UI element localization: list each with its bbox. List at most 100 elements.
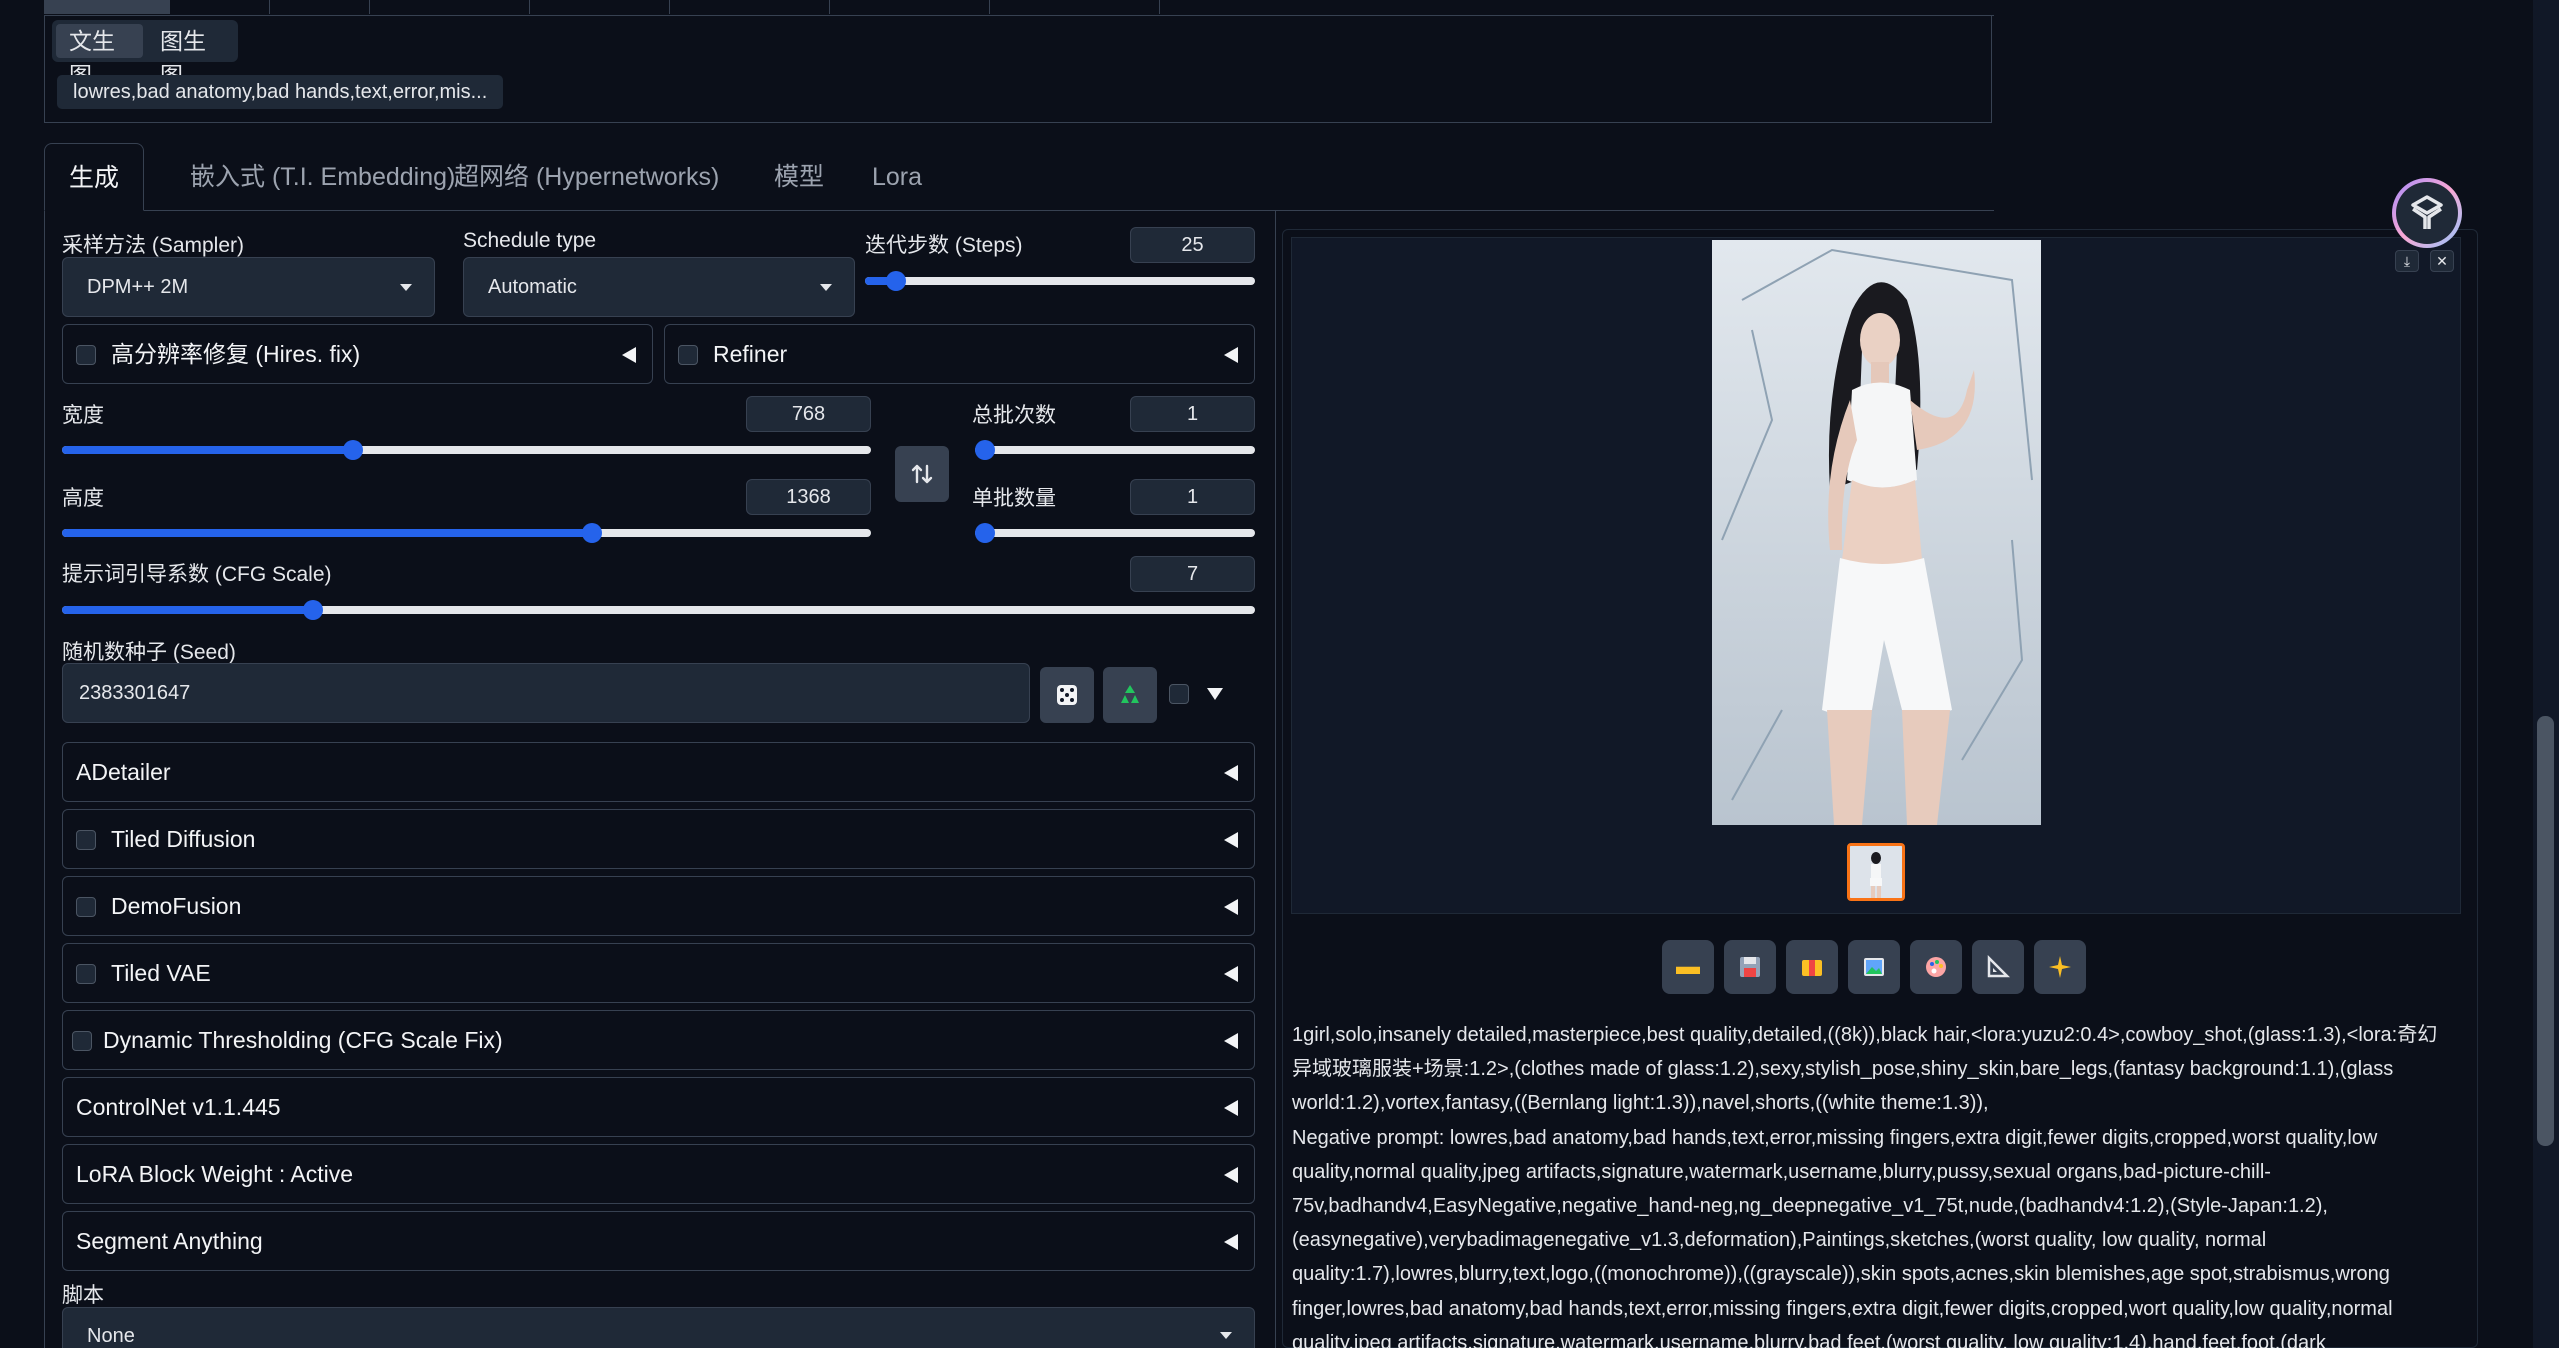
dice-icon [1057,685,1077,705]
steps-input[interactable]: 25 [1130,227,1255,263]
batch-count-input[interactable]: 1 [1130,396,1255,432]
collapse-arrow-icon[interactable] [622,347,636,363]
sampler-dropdown[interactable]: DPM++ 2M [62,257,435,317]
subtab-txt2img[interactable]: 文生图 [56,24,143,88]
chevron-down-icon [1220,1332,1232,1339]
slider-thumb[interactable] [886,271,907,291]
tab-lora[interactable]: Lora [848,143,946,211]
sparkle-button[interactable] [2034,940,2086,994]
slider-thumb[interactable] [302,600,323,620]
send-to-extras-button[interactable] [1972,940,2024,994]
collapse-arrow-icon[interactable] [1224,1100,1238,1116]
recycle-icon [1121,685,1139,703]
tiled-diffusion-accordion[interactable]: Tiled Diffusion [62,809,1255,869]
height-slider[interactable] [62,523,871,543]
gallery-thumbnail[interactable] [1847,843,1905,901]
logo-icon [2396,182,2458,244]
extension-logo-button[interactable] [2392,178,2462,248]
batch-size-slider[interactable] [975,523,1255,543]
zip-button[interactable] [1786,940,1838,994]
close-icon[interactable]: ✕ [2430,250,2454,272]
cfg-label: 提示词引导系数 (CFG Scale) [62,563,332,586]
chevron-down-icon [820,284,832,291]
batch-size-input[interactable]: 1 [1130,479,1255,515]
demofusion-accordion[interactable]: DemoFusion [62,876,1255,936]
tiled-diffusion-label: Tiled Diffusion [111,826,256,852]
tab-models[interactable]: 模型 [750,143,848,211]
ruler-icon [1987,954,2011,978]
open-folder-button[interactable]: ▬ [1662,940,1714,994]
lora-block-weight-accordion[interactable]: LoRA Block Weight : Active [62,1144,1255,1204]
adetailer-accordion[interactable]: ADetailer [62,742,1255,802]
dynamic-thresholding-checkbox[interactable] [72,1031,92,1051]
send-to-img2img-button[interactable] [1848,940,1900,994]
image-to-img2img-icon [1864,958,1884,976]
extra-seed-checkbox[interactable] [1169,684,1189,704]
steps-slider[interactable] [865,271,1255,291]
top-tab[interactable] [530,0,670,14]
negative-prompt-text: Negative prompt: lowres,bad anatomy,bad … [1292,1126,2393,1348]
tiled-vae-accordion[interactable]: Tiled VAE [62,943,1255,1003]
slider-thumb[interactable] [343,440,364,460]
seed-label: 随机数种子 (Seed) [62,641,236,664]
collapse-arrow-icon[interactable] [1224,832,1238,848]
random-seed-button[interactable] [1040,667,1094,723]
hires-fix-accordion[interactable]: 高分辨率修复 (Hires. fix) [62,324,653,384]
top-tab[interactable] [170,0,270,14]
slider-thumb[interactable] [975,440,995,460]
hires-fix-checkbox[interactable] [76,345,96,365]
tab-hypernetworks[interactable]: 超网络 (Hypernetworks) [430,143,743,211]
dynamic-thresholding-label: Dynamic Thresholding (CFG Scale Fix) [103,1027,503,1053]
collapse-arrow-icon[interactable] [1224,1167,1238,1183]
segment-anything-accordion[interactable]: Segment Anything [62,1211,1255,1271]
dynamic-thresholding-accordion[interactable]: Dynamic Thresholding (CFG Scale Fix) [62,1010,1255,1070]
slider-thumb[interactable] [581,523,602,543]
slider-thumb[interactable] [975,523,995,543]
refiner-checkbox[interactable] [678,345,698,365]
schedule-dropdown[interactable]: Automatic [463,257,855,317]
collapse-arrow-icon[interactable] [1224,1033,1238,1049]
collapse-arrow-icon[interactable] [1224,765,1238,781]
tiled-vae-label: Tiled VAE [111,960,211,986]
scrollbar-thumb[interactable] [2537,716,2554,1146]
top-tab[interactable] [270,0,370,14]
top-tab[interactable] [670,0,830,14]
swap-dimensions-button[interactable] [895,446,949,502]
top-tab[interactable] [990,0,1160,14]
seed-input[interactable]: 2383301647 [62,663,1030,723]
cfg-input[interactable]: 7 [1130,556,1255,592]
top-tab[interactable] [830,0,990,14]
expand-seed-icon[interactable] [1207,688,1223,700]
demofusion-label: DemoFusion [111,893,242,919]
width-label: 宽度 [62,404,104,427]
collapse-arrow-icon[interactable] [1224,1234,1238,1250]
height-label: 高度 [62,487,104,510]
collapse-arrow-icon[interactable] [1224,966,1238,982]
batch-count-slider[interactable] [975,440,1255,460]
collapse-arrow-icon[interactable] [1224,347,1238,363]
script-label: 脚本 [62,1284,104,1307]
tiled-diffusion-checkbox[interactable] [76,830,96,850]
download-icon[interactable]: ⤓ [2395,250,2419,272]
reuse-seed-button[interactable] [1103,667,1157,723]
generated-image[interactable] [1712,240,2041,825]
height-input[interactable]: 1368 [746,479,871,515]
negative-prompt-chip[interactable]: lowres,bad anatomy,bad hands,text,error,… [57,75,504,109]
positive-prompt-text: 1girl,solo,insanely detailed,masterpiece… [1292,1024,2438,1115]
width-slider[interactable] [62,440,871,460]
controlnet-label: ControlNet v1.1.445 [76,1094,281,1120]
controlnet-accordion[interactable]: ControlNet v1.1.445 [62,1077,1255,1137]
demofusion-checkbox[interactable] [76,897,96,917]
tiled-vae-checkbox[interactable] [76,964,96,984]
top-tab[interactable] [44,0,170,14]
top-tab[interactable] [370,0,530,14]
refiner-accordion[interactable]: Refiner [664,324,1255,384]
width-input[interactable]: 768 [746,396,871,432]
tab-generate[interactable]: 生成 [44,143,145,211]
collapse-arrow-icon[interactable] [1224,899,1238,915]
send-to-inpaint-button[interactable] [1910,940,1962,994]
subtab-img2img[interactable]: 图生图 [147,24,234,88]
save-button[interactable] [1724,940,1776,994]
cfg-slider[interactable] [62,600,1255,620]
script-dropdown[interactable]: None [62,1307,1255,1348]
